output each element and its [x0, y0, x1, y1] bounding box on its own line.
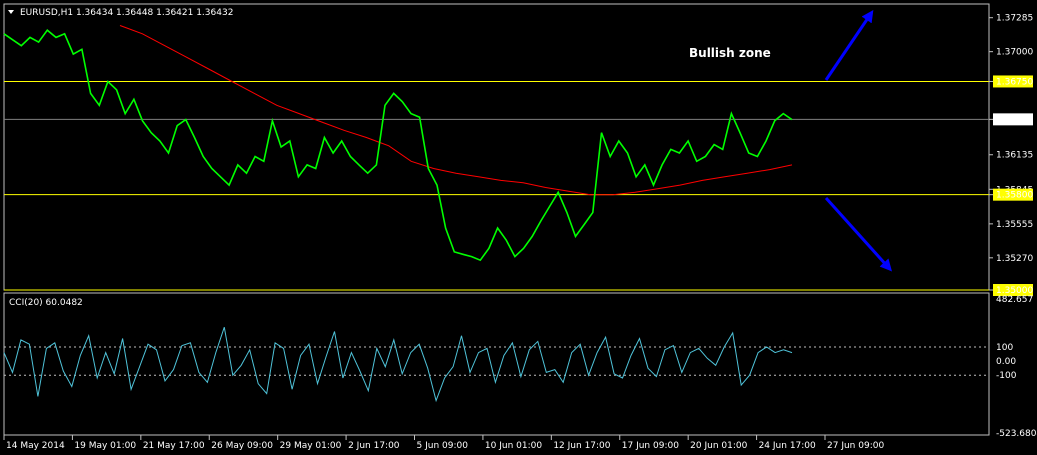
price-tick-label-1: 1.37000 [996, 48, 1033, 58]
time-tick-label-10: 20 Jun 01:00 [690, 441, 747, 451]
price-tick-label-0: 1.37285 [996, 14, 1033, 24]
time-tick-label-1: 19 May 01:00 [74, 441, 136, 451]
price-tick-label-7: 1.35555 [996, 220, 1033, 230]
cci-tick-label-1: 100 [996, 343, 1013, 353]
time-tick-label-4: 29 May 01:00 [280, 441, 342, 451]
cci-tick-label-3: -100 [996, 371, 1017, 381]
time-tick-label-7: 10 Jun 01:00 [485, 441, 542, 451]
time-tick-label-0: 14 May 2014 [6, 441, 65, 451]
cci-tick-label-4: -523.6804 [996, 429, 1037, 439]
price-tick-label-8: 1.35270 [996, 254, 1033, 264]
time-tick-label-9: 17 Jun 09:00 [622, 441, 679, 451]
cci-tick-label-0: 482.657 [996, 295, 1033, 305]
price-tick-label-6: 1.35800 [996, 191, 1033, 201]
price-axis: 1.37285 1.37000 1.36750 1.36432 1.36135 1.358… [989, 14, 1033, 296]
time-tick-label-8: 12 Jun 17:00 [553, 441, 610, 451]
price-tick-label-4: 1.36135 [996, 151, 1033, 161]
cci-tick-label-2: 0.00 [996, 357, 1016, 367]
cci-title: CCI(20) 60.0482 [9, 298, 83, 308]
chart-background [0, 0, 1037, 455]
time-tick-label-11: 24 Jun 17:00 [759, 441, 816, 451]
time-tick-label-12: 27 Jun 09:00 [827, 441, 884, 451]
time-tick-label-3: 26 May 09:00 [211, 441, 273, 451]
chart-canvas: EURUSD,H1 1.36434 1.36448 1.36421 1.3643… [0, 0, 1037, 455]
time-tick-label-2: 21 May 17:00 [143, 441, 205, 451]
time-tick-label-6: 5 Jun 09:00 [417, 441, 469, 451]
price-tick-label-3: 1.36432 [996, 115, 1033, 125]
price-tick-label-2: 1.36750 [996, 77, 1033, 87]
chart-header: EURUSD,H1 1.36434 1.36448 1.36421 1.3643… [20, 8, 233, 18]
bullish-zone-annotation: Bullish zone [689, 46, 771, 60]
time-tick-label-5: 2 Jun 17:00 [348, 441, 400, 451]
